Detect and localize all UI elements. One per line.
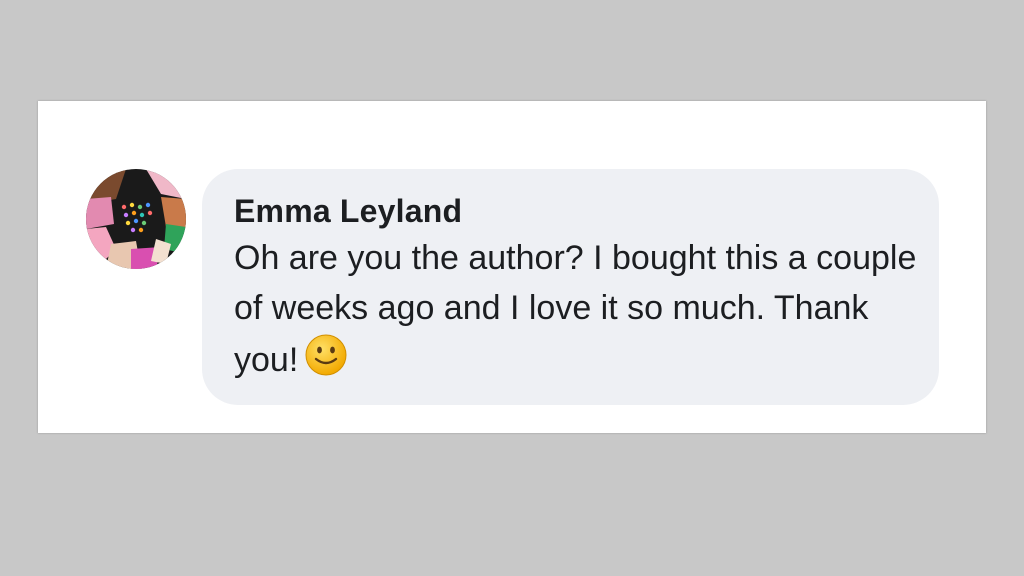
author-name[interactable]: Emma Leyland bbox=[234, 191, 911, 231]
comment-bubble: Emma Leyland Oh are you the author? I bo… bbox=[202, 169, 939, 405]
comment-card: Emma Leyland Oh are you the author? I bo… bbox=[38, 101, 986, 433]
comment-text-container: Oh are you the author? I bought this a c… bbox=[234, 233, 924, 385]
slightly-smiling-face-icon bbox=[304, 333, 348, 377]
avatar-illustration bbox=[86, 169, 186, 269]
avatar[interactable] bbox=[86, 169, 186, 269]
